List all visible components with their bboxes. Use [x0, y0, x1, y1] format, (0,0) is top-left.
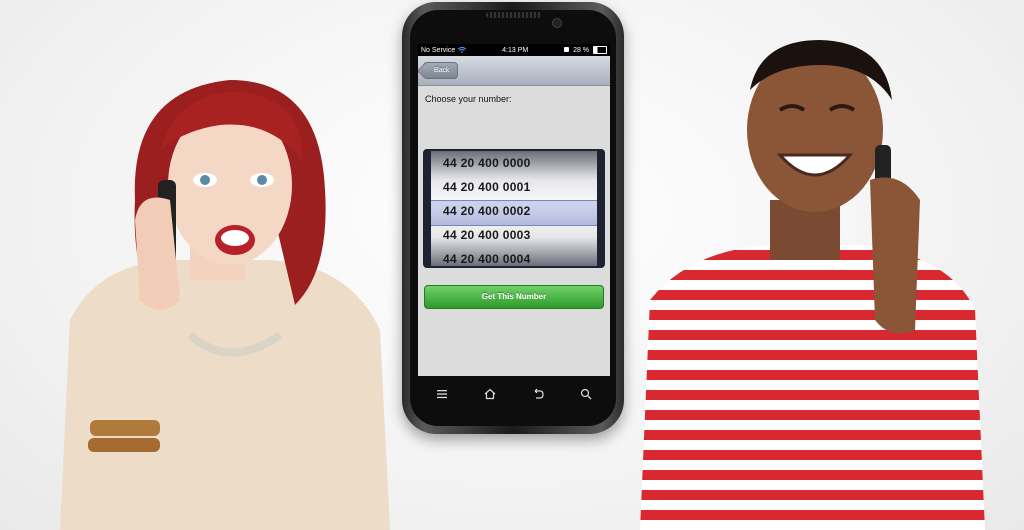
search-icon[interactable] — [580, 388, 592, 400]
status-bar: No Service 4:13 PM 28 % — [418, 44, 610, 56]
picker-option[interactable]: 44 20 400 0000 — [431, 151, 597, 175]
back-arrow-icon[interactable] — [532, 388, 544, 400]
navigation-bar: Back — [418, 56, 610, 86]
lock-icon — [564, 46, 570, 52]
carrier-label: No Service — [421, 46, 456, 54]
picker-option[interactable]: 44 20 400 0004 — [431, 247, 597, 266]
choose-number-prompt: Choose your number: — [425, 94, 512, 104]
picker-option-selected[interactable]: 44 20 400 0002 — [431, 199, 597, 223]
battery-label: 28 % — [573, 46, 590, 54]
smartphone-device: No Service 4:13 PM 28 % Back Choose your… — [402, 2, 624, 434]
man-on-phone-photo — [640, 40, 985, 530]
time-label: 4:13 PM — [502, 46, 529, 54]
home-icon[interactable] — [484, 388, 496, 400]
menu-icon[interactable] — [436, 388, 448, 400]
get-this-number-button[interactable]: Get This Number — [424, 285, 604, 309]
battery-icon — [593, 46, 607, 54]
number-picker[interactable]: 44 20 400 0000 44 20 400 0001 44 20 400 … — [423, 149, 605, 268]
picker-wheel[interactable]: 44 20 400 0000 44 20 400 0001 44 20 400 … — [431, 151, 597, 266]
android-softkeys — [418, 380, 610, 408]
back-button[interactable]: Back — [423, 62, 458, 79]
picker-option[interactable]: 44 20 400 0001 — [431, 175, 597, 199]
woman-on-phone-photo — [60, 80, 390, 530]
speaker-grille — [486, 12, 542, 18]
phone-screen: No Service 4:13 PM 28 % Back Choose your… — [418, 44, 610, 376]
picker-option[interactable]: 44 20 400 0003 — [431, 223, 597, 247]
wifi-icon — [458, 47, 467, 53]
front-camera — [552, 18, 562, 28]
